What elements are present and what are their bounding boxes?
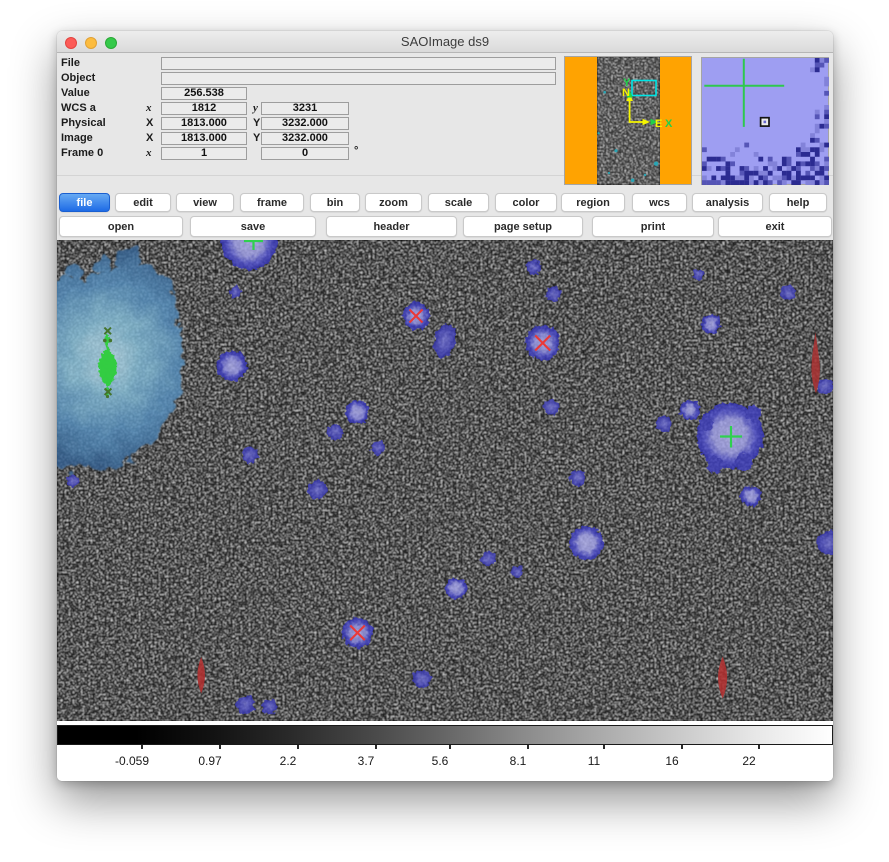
svg-text:E: E <box>655 118 662 130</box>
svg-text:X: X <box>665 118 673 130</box>
svg-text:N: N <box>622 87 630 99</box>
